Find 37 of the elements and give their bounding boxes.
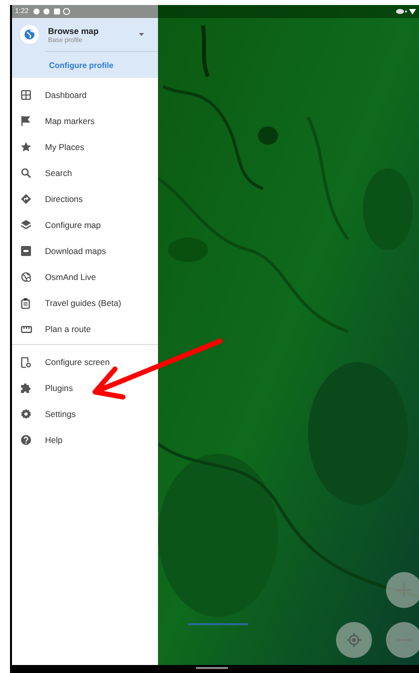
menu-item[interactable]: My Places xyxy=(45,142,84,152)
menu-item[interactable]: Dashboard xyxy=(45,90,87,100)
screen-gear-icon xyxy=(21,356,31,368)
profile-title: Browse map xyxy=(48,26,100,36)
download-icon xyxy=(21,246,31,256)
menu-item[interactable]: OsmAnd Live xyxy=(45,272,96,282)
menu-item[interactable]: Configure screen xyxy=(45,357,110,367)
menu-item[interactable]: Help xyxy=(45,435,62,445)
menu-item[interactable]: Settings xyxy=(45,409,76,419)
help-icon xyxy=(21,435,31,445)
menu-item[interactable]: Plugins xyxy=(45,383,73,393)
directions-icon xyxy=(21,194,31,204)
my-location-button[interactable] xyxy=(336,622,372,658)
menu-item[interactable]: Map markers xyxy=(45,116,95,126)
menu-item[interactable]: Configure map xyxy=(45,220,101,230)
zoom-out-button[interactable] xyxy=(386,622,419,658)
puzzle-icon xyxy=(21,383,31,393)
menu-item[interactable]: Plan a route xyxy=(45,324,91,334)
settings-icon xyxy=(21,409,31,419)
layers-icon xyxy=(21,220,31,230)
zoom-in-button[interactable] xyxy=(386,572,419,608)
search-icon xyxy=(21,168,31,178)
ruler-icon xyxy=(21,326,32,332)
menu-item[interactable]: Directions xyxy=(45,194,83,204)
caret-icon[interactable] xyxy=(139,33,144,36)
luggage-icon xyxy=(21,298,30,308)
menu-item[interactable]: Download maps xyxy=(45,246,106,256)
flag-icon xyxy=(21,116,30,126)
menu-item[interactable]: Travel guides (Beta) xyxy=(45,298,122,308)
dashboard-icon xyxy=(21,90,31,100)
location-target-icon xyxy=(347,633,361,647)
globe-icon xyxy=(21,272,31,282)
star-icon xyxy=(21,142,31,152)
status-icons xyxy=(396,8,416,15)
globe-icon xyxy=(20,25,39,44)
home-handle[interactable] xyxy=(196,667,228,669)
menu-item[interactable]: Search xyxy=(45,168,72,178)
